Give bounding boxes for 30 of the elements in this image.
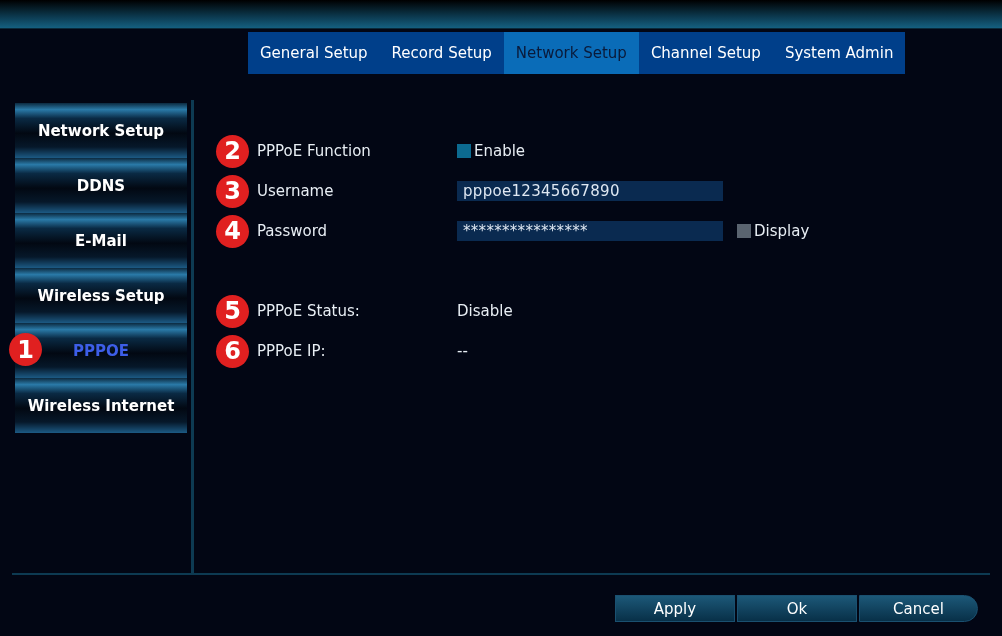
callout-badge: 3 <box>216 174 249 208</box>
callout-badge: 2 <box>216 134 249 168</box>
sidebar-item[interactable]: Wireless Internet <box>15 378 187 433</box>
checkbox[interactable] <box>737 224 751 238</box>
sidebar-item[interactable]: DDNS <box>15 158 187 213</box>
field-value: -- <box>457 342 468 360</box>
tab[interactable]: System Admin <box>772 32 906 74</box>
tab[interactable]: Channel Setup <box>638 32 773 74</box>
callout-badge: 5 <box>216 294 249 328</box>
checkbox[interactable] <box>457 144 471 158</box>
callout-badge: 4 <box>216 214 249 248</box>
field-label: PPPoE IP: <box>257 342 327 360</box>
field-label: PPPoE Function <box>257 142 372 160</box>
field-label: Password <box>257 222 329 240</box>
checkbox-label: Display <box>754 222 810 240</box>
tab[interactable]: General Setup <box>248 32 380 74</box>
dialog-button[interactable]: Ok <box>737 595 857 622</box>
sidebar-item[interactable]: Network Setup <box>15 103 187 158</box>
dialog-button[interactable]: Apply <box>615 595 735 622</box>
tab[interactable]: Record Setup <box>379 32 504 74</box>
field-label: Username <box>257 182 335 200</box>
sidebar-item[interactable]: Wireless Setup <box>15 268 187 323</box>
field-value: Disable <box>457 302 513 320</box>
input-field[interactable]: pppoe12345667890 <box>457 181 723 201</box>
checkbox-label: Enable <box>474 142 526 160</box>
sidebar-item[interactable]: E-Mail <box>15 213 187 268</box>
input-field[interactable]: **************** <box>457 221 723 241</box>
field-label: PPPoE Status: <box>257 302 361 320</box>
callout-badge: 6 <box>216 334 249 368</box>
dialog-button[interactable]: Cancel <box>859 595 978 622</box>
